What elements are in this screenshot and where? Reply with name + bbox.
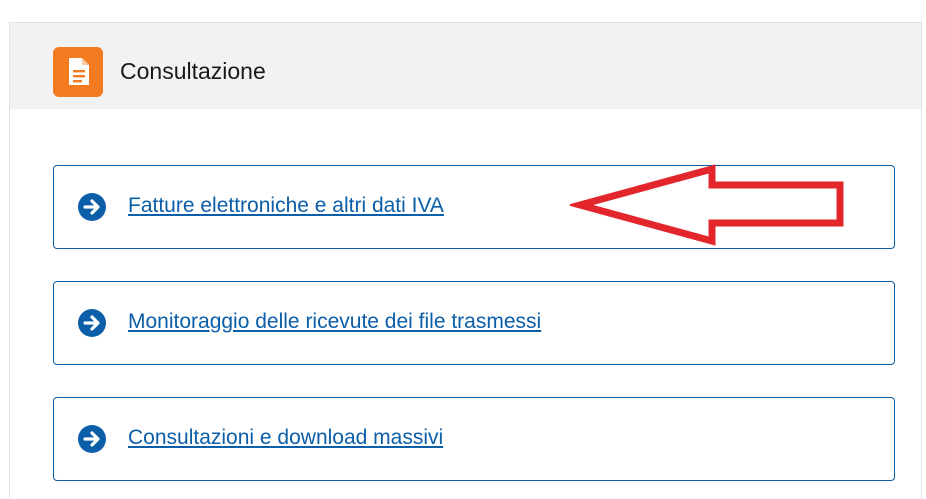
document-icon xyxy=(53,47,103,97)
consultazione-panel: Consultazione Fatture elettroniche e alt… xyxy=(9,22,922,499)
link-consultazioni-download[interactable]: Consultazioni e download massivi xyxy=(53,397,895,481)
panel-title: Consultazione xyxy=(120,58,266,84)
link-label[interactable]: Fatture elettroniche e altri dati IVA xyxy=(128,192,444,220)
link-label[interactable]: Consultazioni e download massivi xyxy=(128,424,443,452)
arrow-right-circle-icon xyxy=(78,309,106,337)
arrow-right-circle-icon xyxy=(78,425,106,453)
link-monitoraggio-ricevute[interactable]: Monitoraggio delle ricevute dei file tra… xyxy=(53,281,895,365)
panel-header: Consultazione xyxy=(10,23,921,109)
arrow-right-circle-icon xyxy=(78,193,106,221)
link-label[interactable]: Monitoraggio delle ricevute dei file tra… xyxy=(128,308,541,336)
red-pointer-arrow-icon xyxy=(570,164,844,246)
